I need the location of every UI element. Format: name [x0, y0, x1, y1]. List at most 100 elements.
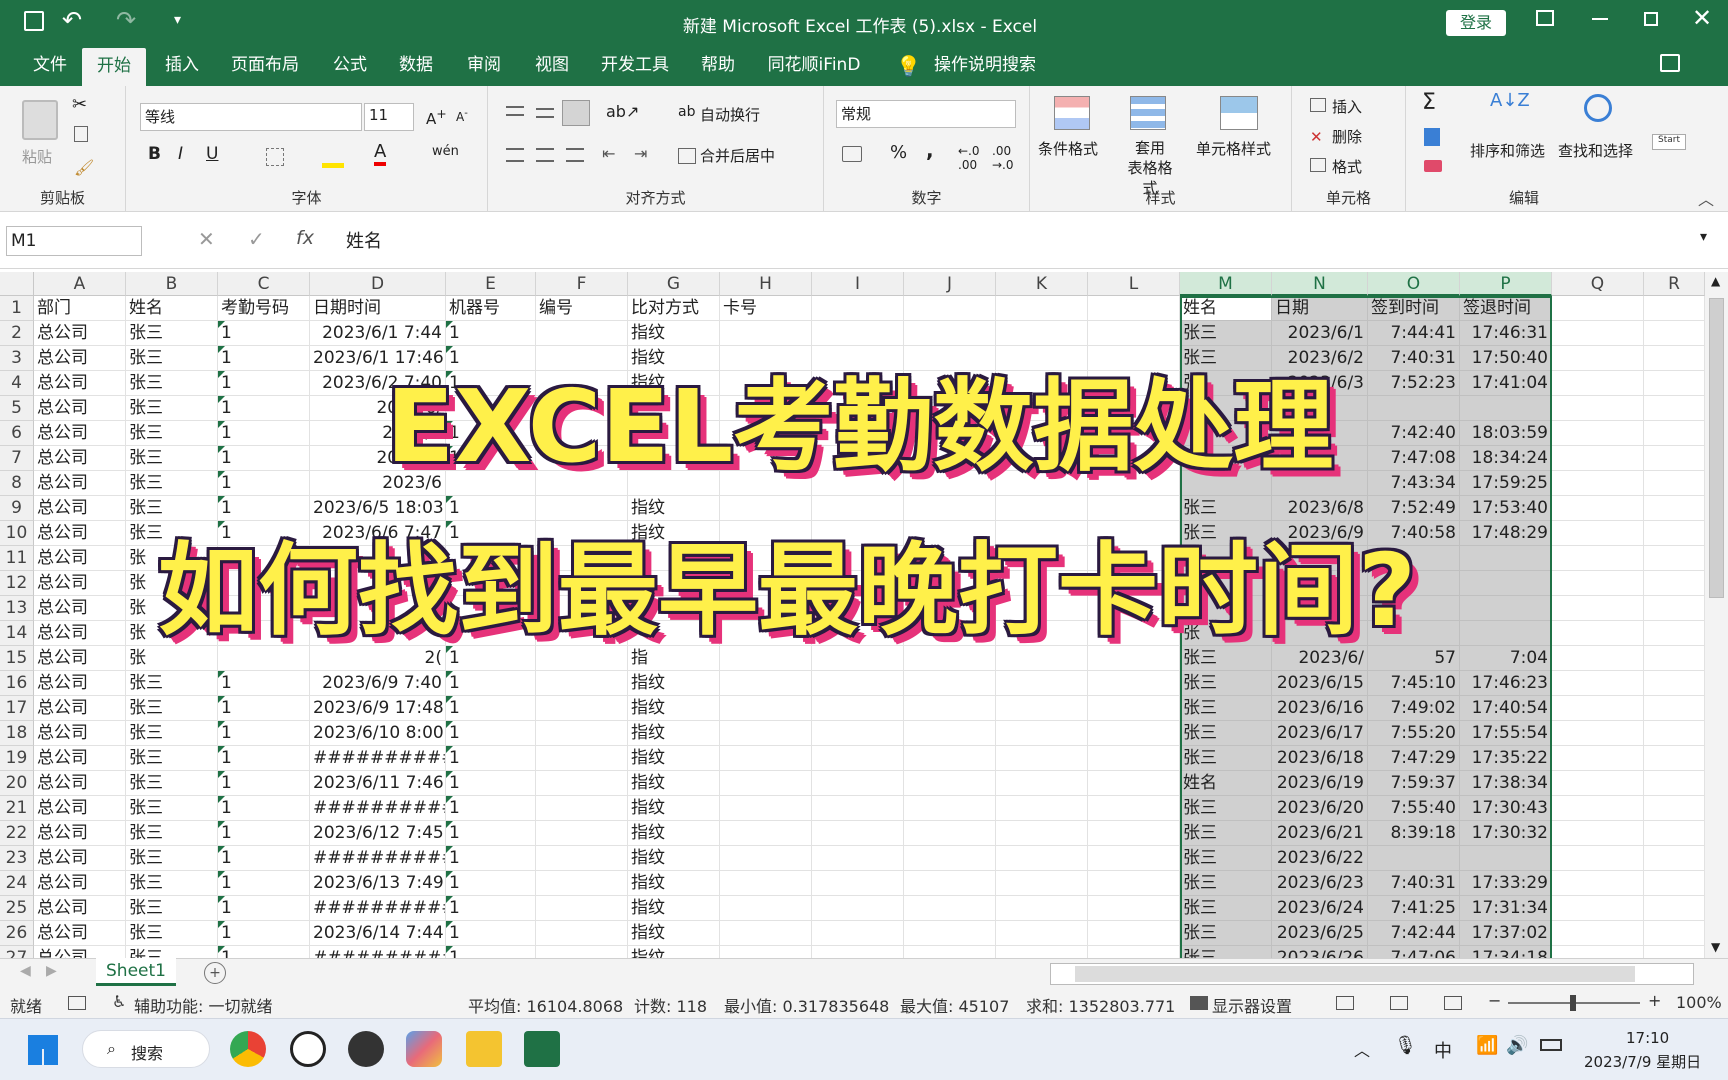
row-header[interactable]: 22	[0, 821, 34, 846]
grid-cell[interactable]: 2023/6/13 7:49	[310, 871, 446, 896]
row-header[interactable]: 27	[0, 946, 34, 958]
grid-cell[interactable]: 考勤号码	[218, 296, 310, 321]
undo-icon[interactable]: ↶	[62, 6, 82, 34]
grid-cell[interactable]	[812, 296, 904, 321]
redo-icon[interactable]: ↷	[116, 6, 136, 34]
sort-filter-icon[interactable]: A↓Z	[1490, 90, 1530, 111]
grid-cell[interactable]: 2023/6/14 7:44	[310, 921, 446, 946]
row-header[interactable]: 21	[0, 796, 34, 821]
grid-cell[interactable]	[996, 946, 1088, 958]
grid-cell[interactable]	[1088, 646, 1180, 671]
grid-cell[interactable]: 张三	[126, 671, 218, 696]
grid-cell[interactable]: ###########	[310, 946, 446, 958]
grid-cell[interactable]: 指	[628, 646, 720, 671]
tray-chevron-icon[interactable]: ︿	[1354, 1037, 1370, 1061]
zoom-out-icon[interactable]: −	[1488, 991, 1501, 1010]
grid-cell[interactable]: 日期时间	[310, 296, 446, 321]
grid-cell[interactable]: 总公司	[34, 746, 126, 771]
grid-cell[interactable]: 张三	[126, 346, 218, 371]
grid-cell[interactable]: 比对方式	[628, 296, 720, 321]
row-header[interactable]: 10	[0, 521, 34, 546]
row-header[interactable]: 19	[0, 746, 34, 771]
row-header[interactable]: 1	[0, 296, 34, 321]
grid-cell[interactable]: 张三	[126, 471, 218, 496]
expand-formula-icon[interactable]: ▾	[1700, 229, 1707, 245]
fill-icon[interactable]	[1424, 128, 1440, 146]
grid-cell[interactable]	[904, 821, 996, 846]
grid-cell[interactable]: 张三	[126, 896, 218, 921]
grid-cell[interactable]	[1552, 571, 1644, 596]
find-select-icon[interactable]	[1584, 94, 1612, 122]
grid-cell[interactable]	[1644, 771, 1705, 796]
grid-cell[interactable]	[996, 646, 1088, 671]
column-header-a[interactable]: A	[34, 272, 126, 296]
grid-cell[interactable]: 张三	[126, 696, 218, 721]
sort-filter-button[interactable]: 排序和筛选	[1470, 140, 1545, 161]
panda-app-icon[interactable]	[290, 1031, 326, 1067]
grid-cell[interactable]	[720, 671, 812, 696]
row-header[interactable]: 11	[0, 546, 34, 571]
row-header[interactable]: 6	[0, 421, 34, 446]
grid-cell[interactable]	[1552, 496, 1644, 521]
clock-date[interactable]: 2023/7/9 星期日	[1584, 1051, 1701, 1072]
grid-cell[interactable]	[904, 946, 996, 958]
tab-11[interactable]: 操作说明搜索	[925, 44, 1045, 86]
grid-cell[interactable]	[1644, 821, 1705, 846]
column-header-e[interactable]: E	[446, 272, 536, 296]
add-sheet-icon[interactable]: +	[204, 962, 226, 984]
grid-cell[interactable]: 总公司	[34, 421, 126, 446]
column-header-r[interactable]: R	[1644, 272, 1705, 296]
grid-cell[interactable]	[1088, 496, 1180, 521]
grid-cell[interactable]	[720, 846, 812, 871]
zoom-in-icon[interactable]: +	[1648, 991, 1661, 1010]
grid-cell[interactable]: 1	[446, 496, 536, 521]
grid-cell[interactable]	[1644, 871, 1705, 896]
grid-cell[interactable]	[1552, 621, 1644, 646]
grid-cell[interactable]: 1	[446, 321, 536, 346]
grid-cell[interactable]: 姓名	[126, 296, 218, 321]
grid-cell[interactable]: 指纹	[628, 721, 720, 746]
grid-cell[interactable]: 指纹	[628, 921, 720, 946]
grid-cell[interactable]	[1552, 546, 1644, 571]
row-header[interactable]: 7	[0, 446, 34, 471]
grid-cell[interactable]: 指纹	[628, 696, 720, 721]
number-format-select[interactable]: 常规	[836, 100, 1016, 128]
row-header[interactable]: 9	[0, 496, 34, 521]
grid-cell[interactable]: 总公司	[34, 496, 126, 521]
grid-cell[interactable]: 2023/6/12 7:45	[310, 821, 446, 846]
grid-cell[interactable]	[1644, 321, 1705, 346]
grid-cell[interactable]: 总公司	[34, 596, 126, 621]
grid-cell[interactable]: 1	[446, 671, 536, 696]
column-header-m[interactable]: M	[1180, 272, 1272, 296]
grid-cell[interactable]	[1644, 446, 1705, 471]
confirm-icon[interactable]: ✓	[248, 227, 265, 251]
grid-cell[interactable]: 1	[446, 871, 536, 896]
column-header-p[interactable]: P	[1460, 272, 1552, 296]
grid-cell[interactable]: 1	[446, 796, 536, 821]
grid-cell[interactable]	[904, 321, 996, 346]
autosum-icon[interactable]: Σ	[1422, 90, 1436, 115]
grid-cell[interactable]	[996, 746, 1088, 771]
grid-cell[interactable]: 张三	[126, 496, 218, 521]
tab-4[interactable]: 公式	[320, 44, 380, 86]
tab-9[interactable]: 帮助	[688, 44, 748, 86]
grid-cell[interactable]	[904, 871, 996, 896]
grid-cell[interactable]	[536, 896, 628, 921]
grid-cell[interactable]	[720, 696, 812, 721]
grid-cell[interactable]	[1644, 471, 1705, 496]
conditional-format-button[interactable]: 条件格式	[1038, 138, 1098, 159]
grid-cell[interactable]: 1	[446, 746, 536, 771]
grid-cell[interactable]	[1644, 371, 1705, 396]
grid-cell[interactable]	[904, 296, 996, 321]
insert-cells-button[interactable]: 插入	[1332, 96, 1362, 117]
grid-cell[interactable]	[1644, 571, 1705, 596]
zoom-level[interactable]: 100%	[1676, 993, 1722, 1012]
grid-cell[interactable]	[720, 796, 812, 821]
grid-cell[interactable]	[536, 746, 628, 771]
grid-cell[interactable]	[536, 696, 628, 721]
sheet-tab-sheet1[interactable]: Sheet1	[96, 958, 176, 986]
worksheet-grid[interactable]: ABCDEFGHIJKLMNOPQR 1 2 3 4 5 6 7 8 9 10 11 12 13 14 15…	[0, 272, 1705, 958]
grid-cell[interactable]	[1088, 671, 1180, 696]
grid-cell[interactable]: 1	[446, 821, 536, 846]
grid-cell[interactable]	[720, 746, 812, 771]
